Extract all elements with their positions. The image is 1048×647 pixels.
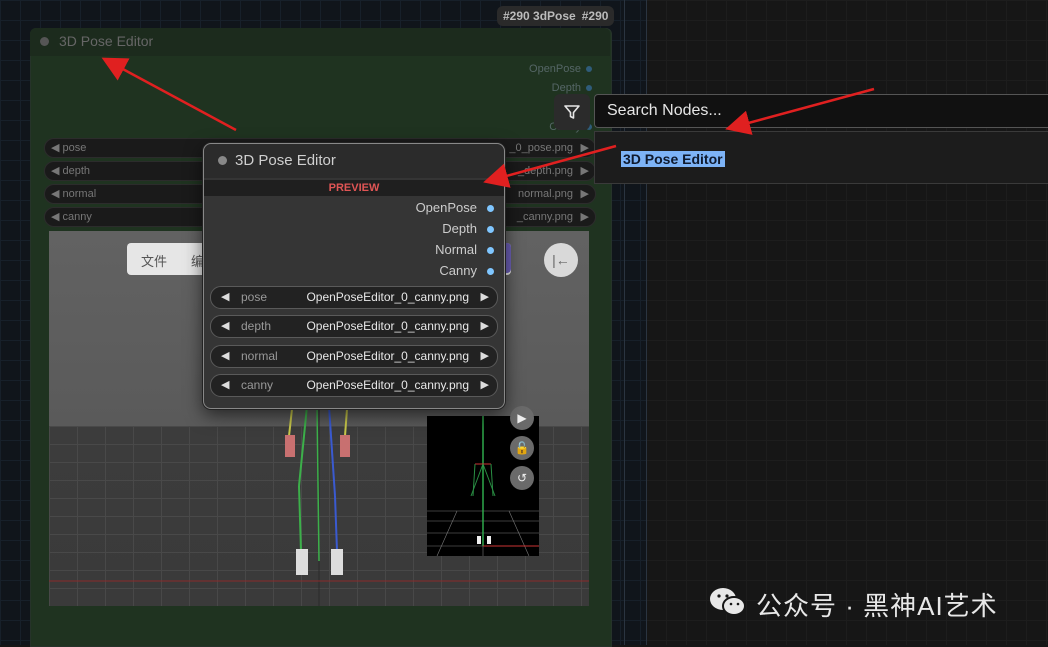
arrow-to-title xyxy=(101,57,237,132)
arrow-to-preview xyxy=(483,144,617,188)
arrow-to-search xyxy=(725,87,875,135)
watermark-text: 公众号 · 黑神AI艺术 xyxy=(756,591,998,621)
wechat-logo-icon xyxy=(710,588,746,616)
annotation-arrows xyxy=(101,57,875,188)
